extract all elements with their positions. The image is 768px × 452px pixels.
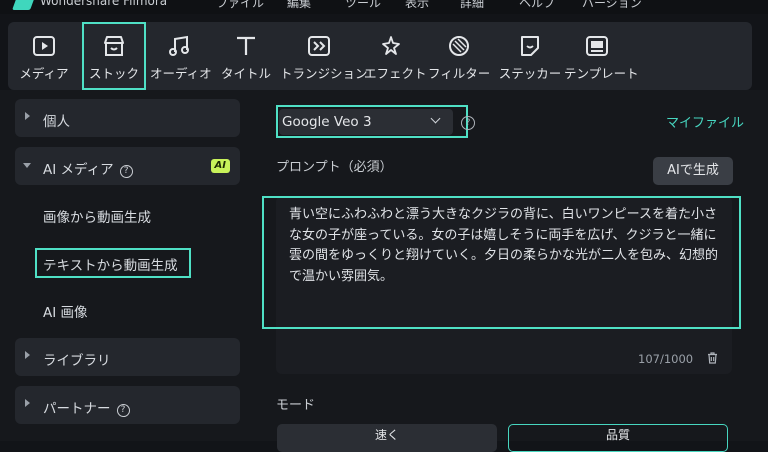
sidebar-item-library[interactable]: ライブラリ xyxy=(15,338,240,376)
tool-audio-label: オーディオ xyxy=(150,66,212,81)
tool-effect[interactable]: エフェクト xyxy=(364,22,427,90)
ai-badge: AI xyxy=(210,159,230,173)
sidebar-item-text-to-video[interactable]: テキストから動画生成 xyxy=(43,254,178,274)
menu-view[interactable]: 表示 xyxy=(405,0,429,11)
sidebar-item-ai-media[interactable]: AI メディア? AI xyxy=(15,147,240,185)
menu-version[interactable]: バージョン xyxy=(582,0,642,11)
stock-icon xyxy=(104,36,124,56)
tool-filter[interactable]: フィルター xyxy=(428,22,490,90)
ai-generate-button[interactable]: AIで生成 xyxy=(653,157,733,185)
mode-fast-button[interactable]: 速く xyxy=(277,424,497,452)
my-file-link[interactable]: マイファイル xyxy=(666,112,744,131)
tool-template-label: テンプレート xyxy=(564,66,639,81)
model-select[interactable]: Google Veo 3 xyxy=(279,109,453,135)
title-icon xyxy=(237,36,255,55)
tool-title-label: タイトル xyxy=(220,66,271,81)
sidebar-item-partner[interactable]: パートナー? xyxy=(15,386,240,424)
transition-icon xyxy=(308,36,330,56)
model-select-value: Google Veo 3 xyxy=(282,114,372,130)
help-icon[interactable]: ? xyxy=(461,116,475,130)
prompt-textarea[interactable]: 青い空にふわふわと漂う大きなクジラの背に、白いワンピースを着た小さな女の子が座っ… xyxy=(262,196,741,329)
tool-sticker-label: ステッカー xyxy=(498,66,562,81)
chevron-down-icon xyxy=(23,163,31,168)
audio-icon xyxy=(169,35,189,56)
chevron-right-icon xyxy=(25,399,30,407)
sidebar-item-ai-media-text: AI メディア? xyxy=(43,158,133,178)
asset-toolbar: メディア ストック オーディオ タイトル トランジション エフェクト フィルター… xyxy=(8,22,752,90)
title-bar: Wondershare Filmora ファイル 編集 ツール 表示 詳細 ヘル… xyxy=(0,0,768,14)
sidebar-item-label: AI メディア xyxy=(43,162,114,178)
tool-stock[interactable]: ストック xyxy=(82,22,146,90)
sidebar-item-label: ライブラリ xyxy=(43,353,111,369)
menu-help[interactable]: ヘルプ xyxy=(519,0,555,11)
tool-template[interactable]: テンプレート xyxy=(564,22,639,90)
trash-icon[interactable] xyxy=(707,352,718,364)
tool-sticker[interactable]: ステッカー xyxy=(498,22,562,90)
tool-stock-label: ストック xyxy=(88,66,139,81)
prompt-label: プロンプト（必須） xyxy=(276,160,393,175)
mode-quality-button[interactable]: 品質 xyxy=(508,424,728,452)
help-icon[interactable]: ? xyxy=(119,165,133,178)
menu-tools[interactable]: ツール xyxy=(345,0,381,11)
tool-filter-label: フィルター xyxy=(428,66,491,81)
sticker-icon xyxy=(521,36,539,56)
menu-edit[interactable]: 編集 xyxy=(287,0,311,11)
effect-icon xyxy=(382,36,400,55)
menu-advanced[interactable]: 詳細 xyxy=(460,0,484,11)
media-icon xyxy=(33,36,55,56)
menu-file[interactable]: ファイル xyxy=(216,0,264,11)
chevron-right-icon xyxy=(25,351,30,359)
sidebar-item-label: パートナー xyxy=(43,401,111,417)
filter-icon xyxy=(449,36,469,56)
sidebar-item-personal[interactable]: 個人 xyxy=(15,99,240,137)
tool-title[interactable]: タイトル xyxy=(218,22,274,90)
tool-transition[interactable]: トランジション xyxy=(280,22,368,90)
tool-audio[interactable]: オーディオ xyxy=(150,22,212,90)
help-icon[interactable]: ? xyxy=(116,404,130,417)
app-title: Wondershare Filmora xyxy=(40,0,168,8)
char-count: 107/1000 xyxy=(638,352,694,366)
sidebar-item-label: 個人 xyxy=(43,114,70,130)
template-icon xyxy=(586,36,608,56)
sidebar-item-ai-image[interactable]: AI 画像 xyxy=(43,301,88,321)
sidebar-item-partner-text: パートナー? xyxy=(43,397,130,417)
tool-effect-label: エフェクト xyxy=(364,66,427,81)
tool-media-label: メディア xyxy=(19,66,69,81)
tool-media[interactable]: メディア xyxy=(16,22,72,90)
mode-label: モード xyxy=(276,398,316,413)
filmora-logo-icon xyxy=(12,0,36,10)
chevron-right-icon xyxy=(25,112,30,120)
tool-transition-label: トランジション xyxy=(280,66,368,81)
chevron-down-icon xyxy=(430,113,441,124)
sidebar-item-image-to-video[interactable]: 画像から動画生成 xyxy=(43,206,151,226)
